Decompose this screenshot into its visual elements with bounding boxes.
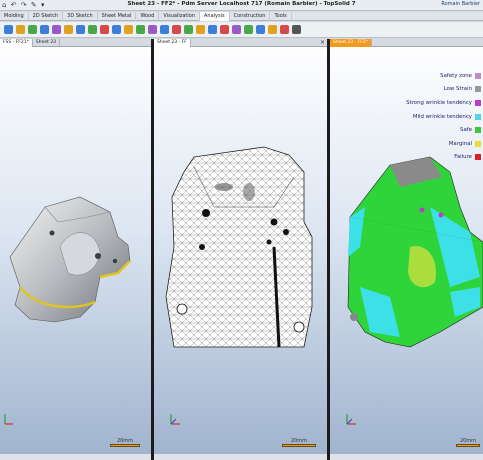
user-name[interactable]: Romain Barbier <box>441 1 480 7</box>
close-icon[interactable]: × <box>320 39 327 46</box>
axis-triad-icon <box>344 411 358 430</box>
ribbon-tabs: Molding 2D Sketch 3D Sketch Sheet Metal Wood… <box>0 12 483 21</box>
scale-bar-graphic <box>282 444 316 447</box>
ribbon-tab-3d-sketch[interactable]: 3D Sketch <box>63 12 98 21</box>
legend-swatch <box>475 140 481 147</box>
tab-document[interactable]: Sheet 23 <box>33 39 61 47</box>
part-icon[interactable] <box>4 25 13 34</box>
axis-triad-icon <box>3 411 15 430</box>
sheet-icon[interactable] <box>100 25 109 34</box>
scale-bar-graphic <box>110 444 140 447</box>
thickness-icon[interactable] <box>256 25 265 34</box>
legend-label: Strong wrinkle tendency <box>406 99 472 106</box>
legend-label: Failure <box>454 154 472 161</box>
analysis-icon[interactable] <box>172 25 181 34</box>
viewport-mesh[interactable]: Sheet 23 - FF × 20mm <box>154 39 327 460</box>
curve-icon[interactable] <box>64 25 73 34</box>
legend-entry: Safe <box>406 123 481 137</box>
document-tabs: Sheet 23 - FF × <box>154 39 327 47</box>
legend-entry: Failure <box>406 151 481 165</box>
measure-icon[interactable] <box>88 25 97 34</box>
ribbon-tab-wood[interactable]: Wood <box>136 12 160 21</box>
viewport-shaded[interactable]: FSS - FF21* Sheet 23 20mm <box>0 39 151 460</box>
sketch-icon[interactable] <box>28 25 37 34</box>
legend-swatch <box>475 86 481 93</box>
tab-document[interactable]: Sheet 23 - FF2* <box>330 39 372 47</box>
legend-label: Mild wrinkle tendency <box>412 113 472 120</box>
status-bar <box>0 454 151 460</box>
legend-label: Safe <box>460 127 472 134</box>
surface-icon[interactable] <box>52 25 61 34</box>
ribbon-tab-construction[interactable]: Construction <box>230 12 271 21</box>
ribbon-tab-molding[interactable]: Molding <box>0 12 29 21</box>
legend-entry: Mild wrinkle tendency <box>406 110 481 124</box>
check-icon[interactable] <box>208 25 217 34</box>
bend-icon[interactable] <box>136 25 145 34</box>
status-bar <box>154 454 327 460</box>
title-bar: ⌂ ↶ ↷ ✎ ▾ Sheet 23 - FF2* - Pdm Server L… <box>0 0 483 11</box>
mesh-part-model[interactable] <box>154 47 327 447</box>
ribbon-tab-2d-sketch[interactable]: 2D Sketch <box>29 12 64 21</box>
ribbon-tab-sheet-metal[interactable]: Sheet Metal <box>98 12 137 21</box>
ribbon-tab-tools[interactable]: Tools <box>270 12 292 21</box>
feasibility-icon[interactable] <box>244 25 253 34</box>
assembly-icon[interactable] <box>16 25 25 34</box>
mesh-icon[interactable] <box>184 25 193 34</box>
status-bar <box>330 454 483 460</box>
legend-entry: Strong wrinkle tendency <box>406 96 481 110</box>
shape-icon[interactable] <box>40 25 49 34</box>
settings-icon[interactable] <box>292 25 301 34</box>
legend-swatch <box>475 127 481 134</box>
scale-bar: 20mm <box>282 438 316 448</box>
legend-swatch <box>475 99 481 106</box>
ribbon-toolbar <box>0 22 483 38</box>
legend-swatch <box>475 72 481 79</box>
ribbon-tab-visualization[interactable]: Visualization <box>159 12 201 21</box>
document-tabs: FSS - FF21* Sheet 23 <box>0 39 151 47</box>
tab-document[interactable]: FSS - FF21* <box>0 39 33 47</box>
topsolid-window: ⌂ ↶ ↷ ✎ ▾ Sheet 23 - FF2* - Pdm Server L… <box>0 0 483 460</box>
unfold-icon[interactable] <box>124 25 133 34</box>
legend-label: Safety zone <box>440 72 472 79</box>
section-icon[interactable] <box>160 25 169 34</box>
window-title: Sheet 23 - FF2* - Pdm Server Localhost 7… <box>127 1 356 7</box>
draft-icon[interactable] <box>148 25 157 34</box>
legend-label: Low Strain <box>443 86 472 93</box>
viewport-analysis[interactable]: Sheet 23 - FF2* Safety zone Low Strain Str… <box>330 39 483 460</box>
shaded-part-model[interactable] <box>0 47 151 447</box>
axis-triad-icon <box>168 411 182 430</box>
document-tabs: Sheet 23 - FF2* <box>330 39 483 47</box>
wrinkle-icon[interactable] <box>280 25 289 34</box>
legend-entry: Low Strain <box>406 83 481 97</box>
tab-document[interactable]: Sheet 23 - FF <box>154 39 191 47</box>
stamp-icon[interactable] <box>196 25 205 34</box>
legend-swatch <box>475 154 481 161</box>
material-icon[interactable] <box>232 25 241 34</box>
point-icon[interactable] <box>76 25 85 34</box>
legend-entry: Safety zone <box>406 69 481 83</box>
fold-icon[interactable] <box>112 25 121 34</box>
ribbon-tab-analysis[interactable]: Analysis <box>200 12 230 21</box>
legend-label: Marginal <box>448 140 472 147</box>
strain-icon[interactable] <box>268 25 277 34</box>
results-legend: Safety zone Low Strain Strong wrinkle tend… <box>406 69 481 164</box>
scale-bar: 20mm <box>456 438 480 448</box>
scale-bar: 20mm <box>110 438 140 448</box>
legend-swatch <box>475 113 481 120</box>
color-icon[interactable] <box>220 25 229 34</box>
scale-bar-graphic <box>456 444 480 447</box>
legend-entry: Marginal <box>406 137 481 151</box>
